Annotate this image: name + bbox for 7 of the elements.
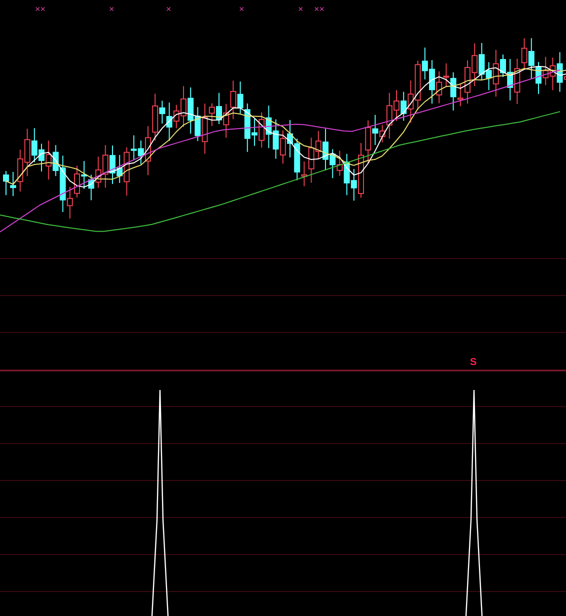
signal-marker: S [470, 358, 477, 368]
signal-marker: × [239, 5, 244, 14]
signal-marker: × [109, 5, 114, 14]
signal-marker: × [298, 5, 304, 14]
signal-marker: ×× [314, 5, 325, 14]
signal-marker: ×× [35, 5, 46, 14]
signal-marker: × [166, 5, 172, 14]
